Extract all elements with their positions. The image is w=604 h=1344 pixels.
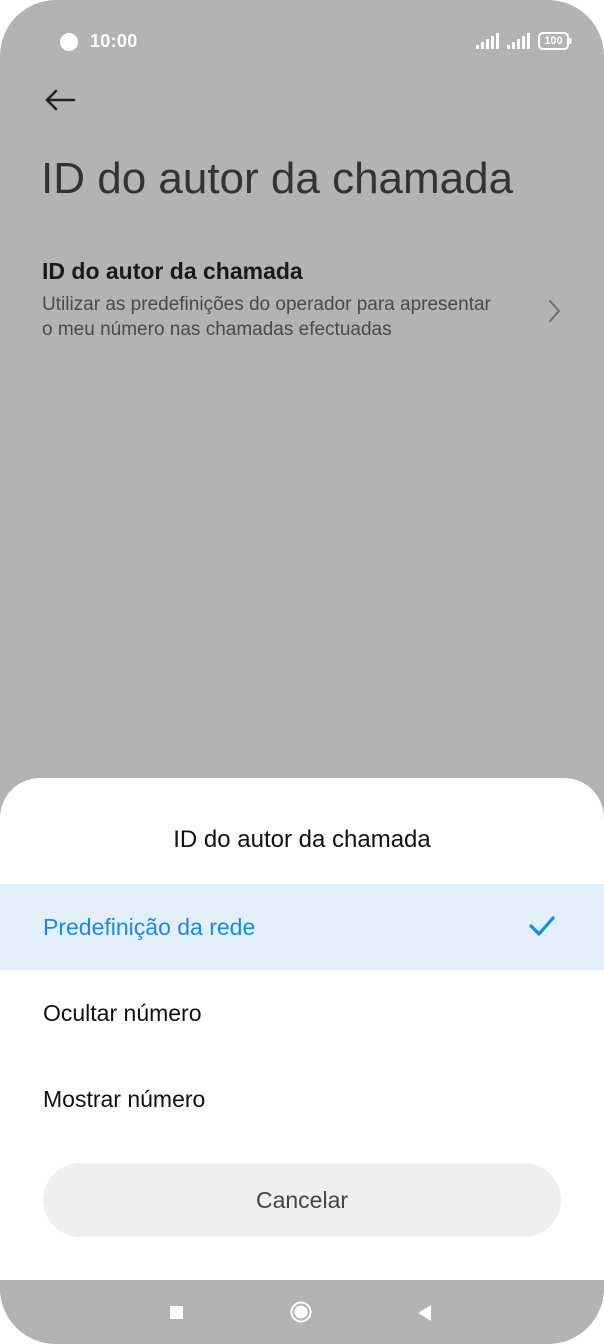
recent-apps-icon[interactable] <box>170 1306 183 1319</box>
status-bar: 10:00 100 <box>0 0 604 84</box>
back-triangle-icon[interactable] <box>416 1304 432 1322</box>
bottom-sheet: ID do autor da chamada Predefinição da r… <box>0 778 604 1280</box>
signal-icon <box>507 33 530 49</box>
option-label: Mostrar número <box>43 1086 206 1112</box>
caller-id-setting[interactable]: ID do autor da chamada Utilizar as prede… <box>0 248 604 378</box>
setting-title: ID do autor da chamada <box>42 258 303 284</box>
home-icon[interactable] <box>290 1301 312 1323</box>
checkmark-icon <box>529 916 555 936</box>
cancel-button[interactable]: Cancelar <box>43 1163 561 1237</box>
option-show-number[interactable]: Mostrar número <box>0 1056 604 1142</box>
signal-icon <box>476 33 499 49</box>
notification-dot-icon <box>60 33 78 51</box>
page-title: ID do autor da chamada <box>41 154 514 203</box>
back-arrow-icon <box>45 89 76 111</box>
option-hide-number[interactable]: Ocultar número <box>0 970 604 1056</box>
option-network-default[interactable]: Predefinição da rede <box>0 884 604 970</box>
phone-screen: 10:00 100 ID do autor da chamada ID do a… <box>0 0 604 1344</box>
option-label: Predefinição da rede <box>43 914 256 940</box>
battery-icon: 100 <box>538 32 572 50</box>
battery-level: 100 <box>544 35 563 47</box>
back-button[interactable] <box>38 80 82 120</box>
setting-description: Utilizar as predefinições do operador pa… <box>42 294 491 340</box>
option-label: Ocultar número <box>43 1000 202 1026</box>
status-time: 10:00 <box>90 31 138 51</box>
chevron-right-icon <box>549 300 560 322</box>
sheet-title: ID do autor da chamada <box>173 826 431 853</box>
navigation-bar <box>0 1280 604 1344</box>
